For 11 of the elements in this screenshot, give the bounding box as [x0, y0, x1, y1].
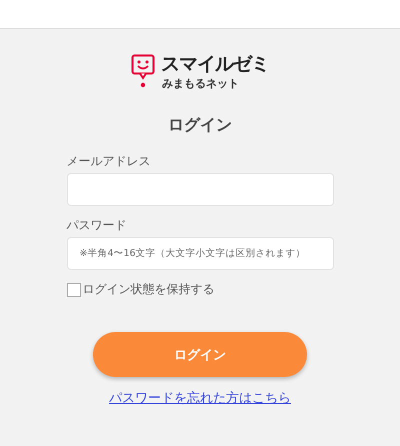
field-label: メールアドレス	[66, 153, 152, 170]
field-label: パスワード	[66, 217, 128, 234]
checkbox-label: ログイン状態を保持する	[82, 281, 214, 298]
forgot-password-link[interactable]: パスワードを忘れた方はこちら	[109, 389, 291, 407]
input-field[interactable]: ※半角4〜16文字（大文字小文字は区別されます）	[66, 237, 334, 270]
checkbox[interactable]	[66, 282, 80, 296]
brand-name: スマイルゼミ	[161, 52, 269, 76]
input-field[interactable]	[66, 173, 334, 206]
page-title: ログイン	[168, 114, 232, 136]
brand-subtitle: みまもるネット	[162, 76, 239, 92]
speech-bubble-icon	[131, 54, 155, 88]
